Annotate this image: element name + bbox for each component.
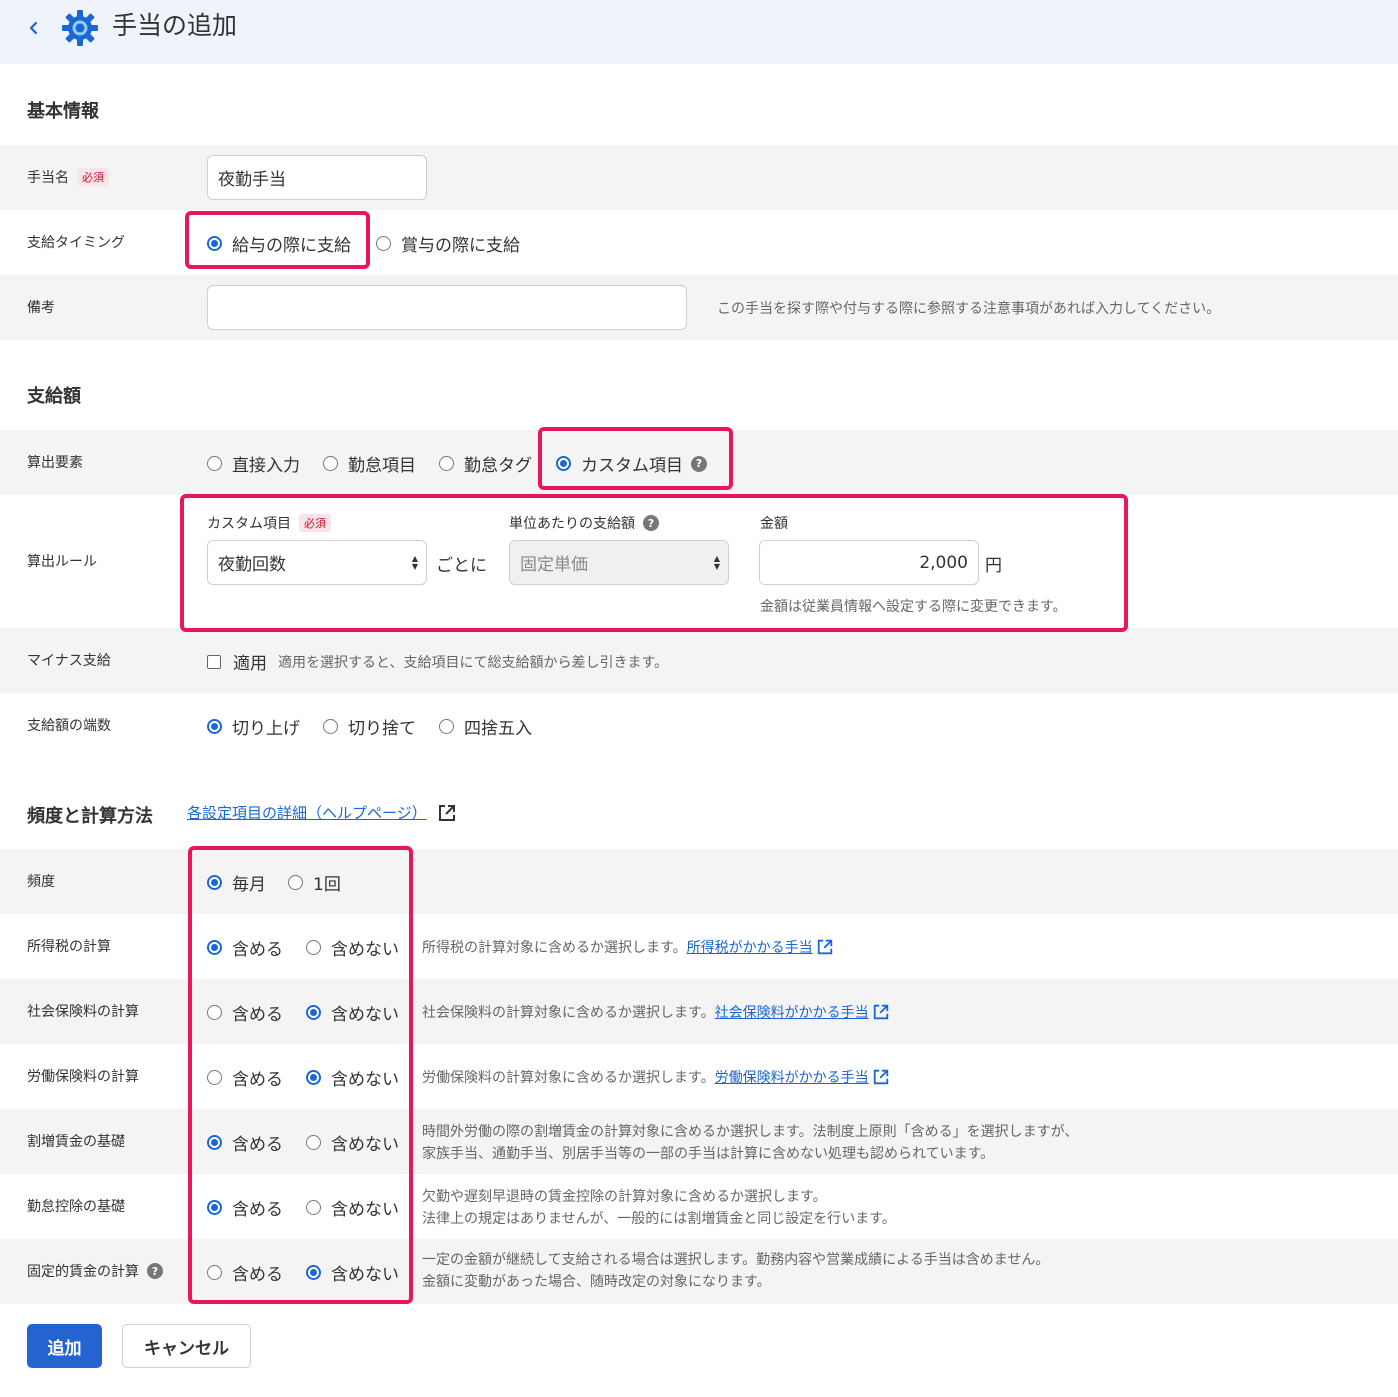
overtime-base-note: 時間外労働の際の割増賃金の計算対象に含めるか選択します。法制度上原則「含める」を… [422,1124,1079,1140]
labor-insurance-link[interactable]: 労働保険料がかかる手当 [715,1067,869,1087]
memo-note: この手当を探す際や付与する際に参照する注意事項があれば入力してください。 [717,301,1221,317]
radio-social-exclude[interactable]: 含めない [306,1000,399,1025]
radio-overtime-include[interactable]: 含める [207,1130,283,1155]
rounding-label: 支給額の端数 [27,718,111,734]
row-minus-payment: マイナス支給 適用 適用を選択すると、支給項目にて総支給額から差し引きます。 [0,628,1398,693]
row-rounding: 支給額の端数 切り上げ 切り捨て 四捨五入 [0,693,1398,758]
income-tax-note: 所得税の計算対象に含めるか選択します。 [422,940,687,956]
radio-social-include[interactable]: 含める [207,1000,283,1025]
gear-icon [62,10,98,46]
row-attendance-deduction: 勤怠控除の基礎 含める 含めない 欠勤や遅刻早退時の賃金控除の計算対象に含めるか… [0,1174,1398,1239]
labor-insurance-note: 労働保険料の計算対象に含めるか選択します。 [422,1070,715,1086]
external-link-icon[interactable] [872,1068,890,1086]
radio-timing-salary[interactable]: 給与の際に支給 [207,231,351,256]
external-link-icon[interactable] [816,938,834,956]
money-note: 金額は従業員情報へ設定する際に変更できます。 [760,599,1067,615]
external-link-icon[interactable] [437,803,457,823]
section-title-basic: 基本情報 [27,101,99,122]
fixed-wage-note2: 金額に変動があった場合、随時改定の対象になります。 [422,1274,771,1290]
labor-insurance-label: 労働保険料の計算 [27,1069,139,1085]
custom-item-select[interactable]: 夜勤回数 ▲ ▼ [207,540,427,585]
section-title-frequency: 頻度と計算方法 [27,806,153,827]
radio-round-down[interactable]: 切り捨て [323,714,416,739]
row-overtime-base: 割増賃金の基礎 含める 含めない 時間外労働の際の割増賃金の計算対象に含めるか選… [0,1109,1398,1174]
yen-unit: 円 [985,556,1002,576]
required-badge: 必須 [77,168,109,186]
radio-element-custom[interactable]: カスタム項目 ? [556,451,707,476]
calc-element-label: 算出要素 [27,455,83,471]
income-tax-link[interactable]: 所得税がかかる手当 [687,937,813,957]
page-title: 手当の追加 [112,11,238,40]
social-insurance-label: 社会保険料の計算 [27,1004,139,1020]
money-input[interactable]: 2,000 [759,540,979,585]
row-frequency: 頻度 毎月 1回 [0,849,1398,914]
row-calc-rule: 算出ルール カスタム項目 必須 夜勤回数 ▲ ▼ ごとに 単位あたりの支給額 ? … [0,495,1398,628]
radio-fixed-include[interactable]: 含める [207,1260,283,1285]
unit-amount-select: 固定単価 ▲ ▼ [509,540,729,585]
row-payment-timing: 支給タイミング 給与の際に支給 賞与の際に支給 [0,210,1398,275]
radio-labor-exclude[interactable]: 含めない [306,1065,399,1090]
help-icon[interactable]: ? [147,1263,163,1279]
frequency-label: 頻度 [27,874,55,890]
overtime-base-label: 割増賃金の基礎 [27,1134,125,1150]
row-calc-element: 算出要素 直接入力 勤怠項目 勤怠タグ カスタム項目 ? [0,430,1398,495]
attendance-deduction-note: 欠勤や遅刻早退時の賃金控除の計算対象に含めるか選択します。 [422,1189,827,1205]
radio-deduction-include[interactable]: 含める [207,1195,283,1220]
payment-timing-label: 支給タイミング [27,235,125,251]
per-text: ごとに [436,556,487,576]
fixed-wage-label: 固定的賃金の計算 [27,1264,139,1280]
row-memo: 備考 この手当を探す際や付与する際に参照する注意事項があれば入力してください。 [0,275,1398,340]
page-header: 手当の追加 [0,0,1398,64]
social-insurance-link[interactable]: 社会保険料がかかる手当 [715,1002,869,1022]
row-social-insurance: 社会保険料の計算 含める 含めない 社会保険料の計算対象に含めるか選択します。 … [0,979,1398,1044]
row-fixed-wage: 固定的賃金の計算 ? 含める 含めない 一定の金額が継続して支給される場合は選択… [0,1239,1398,1304]
memo-label: 備考 [27,300,55,316]
section-title-amount: 支給額 [27,386,81,407]
allowance-name-input[interactable]: 夜勤手当 [207,155,427,200]
money-label: 金額 [760,516,788,532]
radio-income-tax-exclude[interactable]: 含めない [306,935,399,960]
help-icon[interactable]: ? [691,455,707,472]
radio-element-attendance-item[interactable]: 勤怠項目 [323,451,416,476]
external-link-icon[interactable] [872,1003,890,1021]
back-chevron-icon[interactable] [24,14,44,42]
cancel-button[interactable]: キャンセル [122,1324,251,1368]
social-insurance-note: 社会保険料の計算対象に含めるか選択します。 [422,1005,715,1021]
radio-income-tax-include[interactable]: 含める [207,935,283,960]
checkbox-minus-apply[interactable]: 適用 [207,649,267,674]
allowance-name-label: 手当名 [27,170,69,186]
radio-round-half[interactable]: 四捨五入 [439,714,532,739]
radio-timing-bonus[interactable]: 賞与の際に支給 [376,231,520,256]
radio-overtime-exclude[interactable]: 含めない [306,1130,399,1155]
unit-amount-label: 単位あたりの支給額 [509,516,635,532]
help-page-link[interactable]: 各設定項目の詳細（ヘルプページ） [187,802,427,823]
row-allowance-name: 手当名 必須 夜勤手当 [0,145,1398,210]
select-arrows-icon: ▲ ▼ [411,554,418,571]
memo-input[interactable] [207,285,687,330]
help-icon[interactable]: ? [643,515,659,531]
radio-labor-include[interactable]: 含める [207,1065,283,1090]
calc-rule-label: 算出ルール [27,554,97,570]
attendance-deduction-note2: 法律上の規定はありませんが、一般的には割増賃金と同じ設定を行います。 [422,1211,896,1227]
radio-element-direct[interactable]: 直接入力 [207,451,300,476]
fixed-wage-note: 一定の金額が継続して支給される場合は選択します。勤務内容や営業成績による手当は含… [422,1252,1050,1268]
income-tax-label: 所得税の計算 [27,939,111,955]
add-button[interactable]: 追加 [27,1324,102,1368]
overtime-base-note2: 家族手当、通勤手当、別居手当等の一部の手当は計算に含めない処理も認められています… [422,1146,995,1162]
row-labor-insurance: 労働保険料の計算 含める 含めない 労働保険料の計算対象に含めるか選択します。 … [0,1044,1398,1109]
radio-freq-monthly[interactable]: 毎月 [207,870,266,895]
radio-freq-once[interactable]: 1回 [288,870,341,895]
radio-element-attendance-tag[interactable]: 勤怠タグ [439,451,532,476]
required-badge: 必須 [299,514,331,532]
radio-round-up[interactable]: 切り上げ [207,714,300,739]
minus-payment-label: マイナス支給 [27,653,111,669]
custom-item-label: カスタム項目 [207,516,291,532]
radio-fixed-exclude[interactable]: 含めない [306,1260,399,1285]
attendance-deduction-label: 勤怠控除の基礎 [27,1199,125,1215]
select-arrows-icon: ▲ ▼ [713,554,720,571]
minus-payment-note: 適用を選択すると、支給項目にて総支給額から差し引きます。 [278,655,669,671]
radio-deduction-exclude[interactable]: 含めない [306,1195,399,1220]
row-income-tax: 所得税の計算 含める 含めない 所得税の計算対象に含めるか選択します。 所得税が… [0,914,1398,979]
